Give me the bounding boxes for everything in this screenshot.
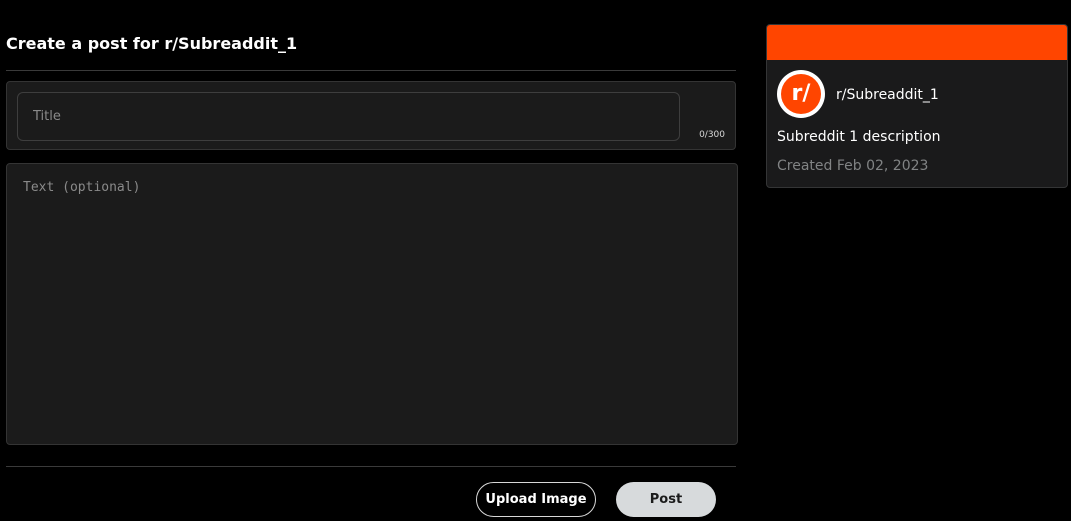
community-card: r/ r/Subreaddit_1 Subreddit 1 descriptio… — [766, 24, 1068, 188]
title-char-count: 0/300 — [699, 130, 725, 140]
header-divider — [6, 70, 736, 71]
subreddit-logo-icon: r/ — [777, 70, 825, 118]
actions-divider — [6, 466, 736, 467]
title-panel: 0/300 — [6, 81, 736, 150]
community-description: Subreddit 1 description — [777, 129, 941, 145]
post-text-input[interactable] — [6, 163, 738, 445]
title-input[interactable] — [17, 92, 680, 141]
community-created-date: Created Feb 02, 2023 — [777, 158, 929, 174]
community-name[interactable]: r/Subreaddit_1 — [836, 87, 939, 103]
subreddit-logo-text: r/ — [781, 74, 821, 114]
upload-image-button[interactable]: Upload Image — [476, 482, 596, 517]
post-button[interactable]: Post — [616, 482, 716, 517]
community-banner — [767, 25, 1067, 60]
create-post-page: Create a post for r/Subreaddit_1 0/300 U… — [0, 0, 1071, 521]
page-title: Create a post for r/Subreaddit_1 — [6, 34, 298, 53]
